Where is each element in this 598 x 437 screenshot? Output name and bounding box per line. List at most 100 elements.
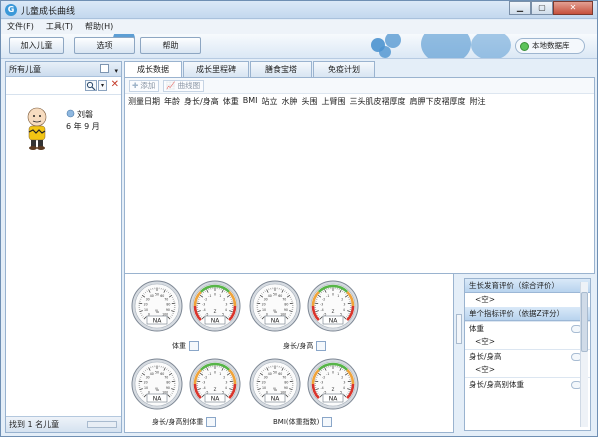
height-label-text: 身长/身高 [283, 342, 314, 350]
column-header[interactable]: 肩胛下皮褶厚度 [409, 96, 465, 107]
tab-food-pyramid[interactable]: 膳食宝塔 [250, 61, 312, 77]
gauge-tick-label: 40 [268, 372, 272, 376]
evaluation-scrollbar[interactable] [580, 282, 588, 427]
bmi-label-text: BMI(体重指数) [273, 418, 320, 426]
gauge-unit: % [155, 387, 159, 392]
window-controls: ▁ ▢ ✕ [509, 1, 593, 15]
eval-item-label: 身长/身高别体重 [469, 380, 525, 389]
gauge-tick-label: -2 [204, 297, 207, 301]
gauge-tick-label: 50 [273, 371, 277, 375]
chart-icon[interactable] [206, 417, 217, 427]
gauge-tick-label: -4 [202, 386, 205, 390]
gauge-unit: Z [332, 387, 335, 392]
minimize-button[interactable]: ▁ [509, 1, 531, 15]
child-search-bar: ▾ ✕ [6, 77, 121, 95]
gauge-tick-label: 2 [341, 375, 343, 379]
gauge-tick-label: 40 [268, 294, 272, 298]
growth-data-content: ✚ 添加 📈 曲线图 测量日期 年龄 身长/身高 体重 BMI 站立 水肿 头围… [124, 77, 595, 274]
gauge-tick-label: 2 [341, 297, 343, 301]
child-count-text: 找到 1 名儿童 [9, 420, 60, 429]
height-percentile-gauge: 0 10 20 30 40 50 60 70 80 90 100% NA [249, 280, 301, 332]
column-header[interactable]: 测量日期 [128, 96, 160, 107]
eval-item-weight[interactable]: 体重 [465, 321, 590, 335]
options-button[interactable]: 选项 [74, 37, 135, 54]
menu-file[interactable]: 文件(F) [7, 20, 34, 34]
gauge-tick-label: -4 [202, 308, 205, 312]
height-gauge-label: 身长/身高 [283, 341, 327, 351]
clear-search-icon[interactable]: ✕ [111, 79, 119, 90]
gauge-tick-label: 3 [225, 302, 227, 306]
scrollbar-thumb[interactable] [581, 292, 588, 352]
gauge-tick-label: 80 [166, 302, 170, 306]
gauge-tick-label: -1 [326, 372, 329, 376]
close-button[interactable]: ✕ [553, 1, 593, 15]
column-header[interactable]: 上臂围 [321, 96, 345, 107]
gauge-tick-label: 20 [262, 302, 266, 306]
gauge-tick-label: 40 [150, 294, 154, 298]
evaluation-panel: 生长发育评价（综合评价） <空> 单个指标评价（依据Z评分） 体重 <空> 身长… [464, 278, 591, 431]
column-header[interactable]: 体重 [223, 96, 239, 107]
height-z-gauge: -5 -4 -3 -2 -1 0 1 2 3 4 5 Z NA [307, 280, 359, 332]
gauge-value: NA [153, 395, 162, 402]
column-header[interactable]: 头围 [301, 96, 317, 107]
gauge-tick-label: -1 [208, 294, 211, 298]
column-header[interactable]: 附注 [469, 96, 485, 107]
column-header[interactable]: BMI [243, 96, 258, 107]
panel-splitter[interactable] [455, 274, 463, 433]
chart-icon[interactable] [316, 341, 327, 351]
child-list-item[interactable]: 刘磐 6 年 9 月 [20, 106, 110, 156]
wfh-percentile-gauge: 0 10 20 30 40 50 60 70 80 90 100% NA [131, 358, 183, 410]
tab-growth-data[interactable]: 成长数据 [124, 61, 182, 77]
minimize-icon: ▁ [516, 3, 524, 12]
child-count-status: 找到 1 名儿童 [6, 416, 121, 432]
chart-icon[interactable] [189, 341, 199, 351]
eval-item-height[interactable]: 身长/身高 [465, 349, 590, 363]
tab-immunization[interactable]: 免疫计划 [313, 61, 375, 77]
local-database-button[interactable]: 本地数据库 [515, 38, 585, 54]
gauge-value: NA [211, 317, 220, 324]
gauge-tick-label: -2 [204, 375, 207, 379]
window-title: 儿童成长曲线 [21, 7, 76, 17]
tab-bar: 成长数据 成长里程碑 膳食宝塔 免疫计划 [124, 61, 376, 77]
menu-bar: 文件(F) 工具(T) 帮助(H) [1, 20, 597, 34]
eval-item-wfh[interactable]: 身长/身高别体重 [465, 377, 590, 391]
flower-decoration [471, 34, 511, 58]
search-icon[interactable] [85, 80, 97, 91]
add-child-button[interactable]: 加入儿童 [9, 37, 64, 54]
curve-chart-button[interactable]: 📈 曲线图 [163, 80, 205, 92]
tab-milestones[interactable]: 成长里程碑 [183, 61, 249, 77]
boy-icon [66, 109, 75, 118]
wfh-gauge-label: 身长/身高别体重 [152, 417, 217, 427]
gauge-tick-label: -2 [322, 297, 325, 301]
column-header[interactable]: 水肿 [281, 96, 297, 107]
status-dot-icon [520, 42, 529, 51]
panel-toggle-icon[interactable] [100, 64, 109, 73]
search-options-icon[interactable]: ▾ [98, 80, 107, 91]
gauge-tick-label: 2 [223, 375, 225, 379]
help-button[interactable]: 帮助 [140, 37, 201, 54]
evaluation-area: 0 10 20 30 40 50 60 70 80 90 100% NA -5 -4 -3 -2 -1 0 1 2 3… [124, 274, 595, 433]
column-header[interactable]: 站立 [261, 96, 277, 107]
gauge-dial: 010203040 50 60708090100%NA [249, 358, 301, 410]
local-database-label: 本地数据库 [532, 41, 570, 50]
gauge-tick-label: -3 [320, 302, 323, 306]
column-header[interactable]: 三头肌皮褶厚度 [349, 96, 405, 107]
gauge-value: NA [153, 317, 162, 324]
gauge-dial: 010203040 50 60708090100%NA [131, 358, 183, 410]
child-name: 刘磐 [77, 110, 93, 119]
gauge-tick-label: 20 [262, 380, 266, 384]
gauge-tick-label: 10 [262, 386, 266, 390]
maximize-button[interactable]: ▢ [531, 1, 553, 15]
chart-icon[interactable] [322, 417, 333, 427]
column-header[interactable]: 年龄 [164, 96, 180, 107]
add-record-button[interactable]: ✚ 添加 [129, 80, 160, 92]
menu-help[interactable]: 帮助(H) [85, 20, 113, 34]
gauge-tick-label: 80 [166, 380, 170, 384]
gauge-tick-label: -2 [322, 375, 325, 379]
weight-percentile-gauge: 0 10 20 30 40 50 60 70 80 90 100% NA [131, 280, 183, 332]
menu-tools[interactable]: 工具(T) [46, 20, 73, 34]
footer-progress [87, 421, 117, 428]
gauge-value: NA [271, 317, 280, 324]
column-header[interactable]: 身长/身高 [184, 96, 219, 107]
child-list-panel: 所有儿童 ▾ ▾ ✕ 刘磐 6 年 9 月 找到 1 名儿童 [5, 61, 122, 433]
